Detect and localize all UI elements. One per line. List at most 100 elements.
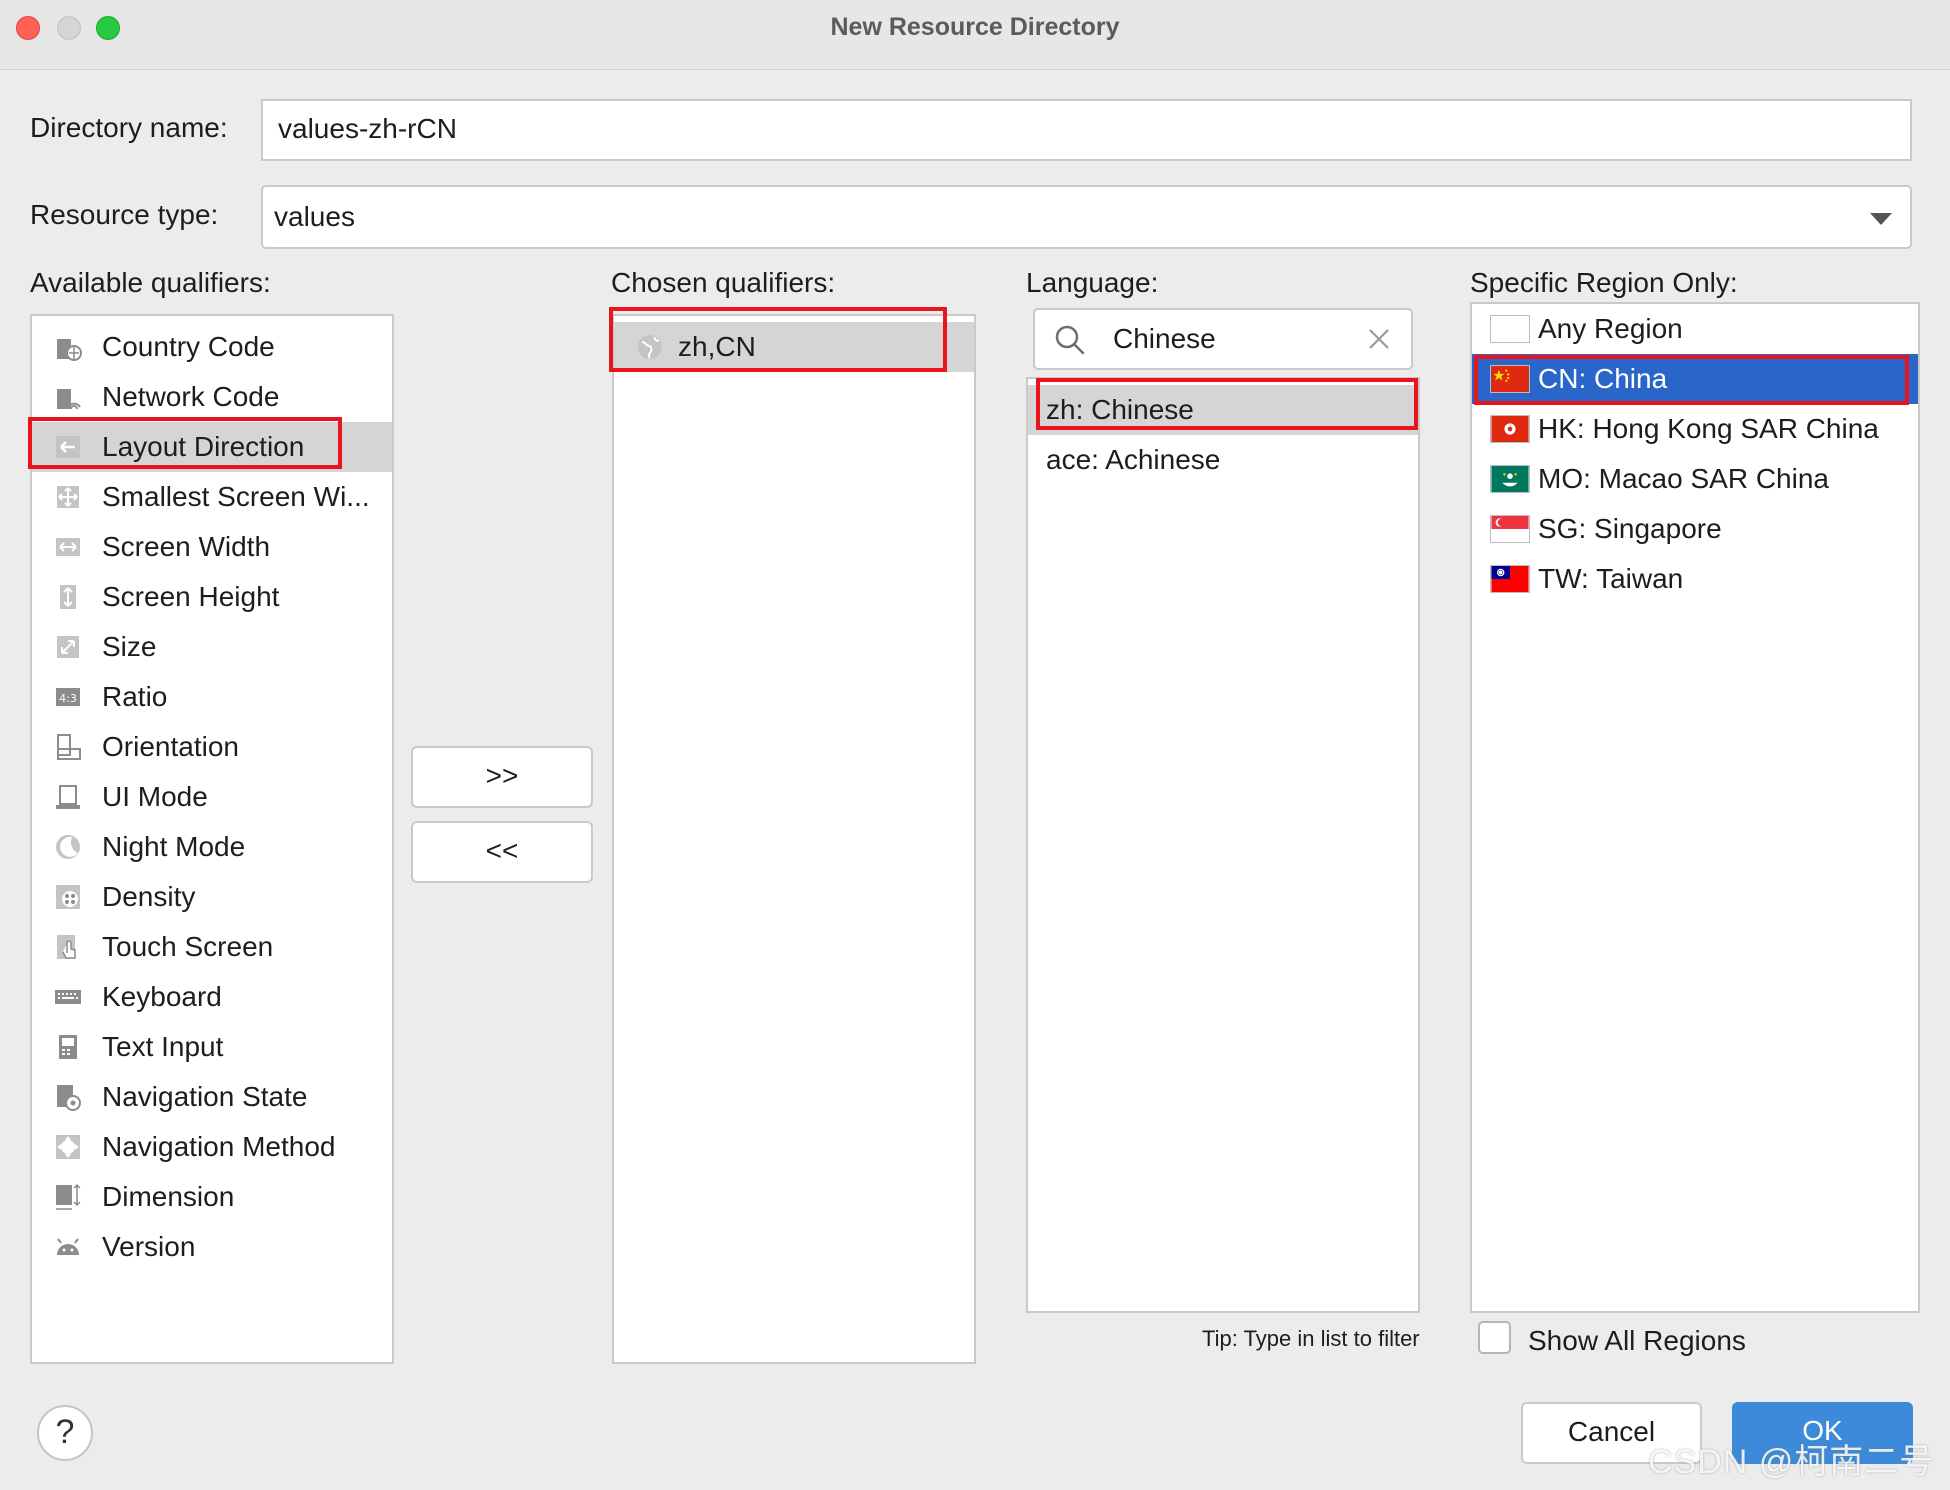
sg-flag-icon <box>1490 515 1530 543</box>
qualifier-item-density[interactable]: Density <box>32 872 392 922</box>
language-item-ace-achinese[interactable]: ace: Achinese <box>1028 435 1418 485</box>
region-item-any-region[interactable]: Any Region <box>1472 304 1918 354</box>
qualifier-item-text-input[interactable]: Text Input <box>32 1022 392 1072</box>
dimension-icon <box>56 1183 81 1210</box>
qualifier-item-label: Ratio <box>102 681 168 712</box>
resource-type-select[interactable]: values <box>261 185 1912 249</box>
orientation-icon <box>57 734 81 760</box>
qualifier-item-ratio[interactable]: 4:3 Ratio <box>32 672 392 722</box>
qualifier-item-label: Orientation <box>102 731 239 762</box>
directory-name-label: Directory name: <box>30 112 228 143</box>
chosen-qualifiers-list[interactable]: zh,CN <box>612 314 976 1364</box>
chosen-qualifiers-label: Chosen qualifiers: <box>611 267 836 298</box>
highlight-layout-direction <box>28 417 342 469</box>
highlight-chosen-zh-cn <box>609 307 947 372</box>
qualifier-item-label: Touch Screen <box>102 931 274 962</box>
qualifier-item-smallest-screen-wi[interactable]: Smallest Screen Wi... <box>32 472 392 522</box>
qualifier-item-label: Smallest Screen Wi... <box>102 481 370 512</box>
android-icon <box>57 1238 79 1255</box>
language-item-label: ace: Achinese <box>1046 444 1221 475</box>
qualifier-item-label: Night Mode <box>102 831 246 862</box>
directory-name-input[interactable]: values-zh-rCN <box>261 99 1912 161</box>
navigation-method-icon <box>56 1135 80 1159</box>
qualifier-item-label: UI Mode <box>102 781 208 812</box>
chevron-down-icon[interactable] <box>1870 213 1892 225</box>
available-qualifiers-label: Available qualifiers: <box>30 267 271 298</box>
window-title: New Resource Directory <box>830 13 1120 41</box>
density-icon <box>56 885 80 909</box>
region-label: Specific Region Only: <box>1470 267 1738 298</box>
qualifier-item-network-code[interactable]: Network Code <box>32 372 392 422</box>
qualifier-item-country-code[interactable]: Country Code <box>32 322 392 372</box>
show-all-regions-label[interactable]: Show All Regions <box>1528 1325 1746 1357</box>
qualifier-item-label: Text Input <box>102 1031 224 1062</box>
qualifier-item-label: Size <box>102 631 157 662</box>
screen-width-icon <box>56 538 80 556</box>
qualifier-item-navigation-method[interactable]: Navigation Method <box>32 1122 392 1172</box>
night-mode-icon <box>56 835 80 859</box>
add-qualifier-button[interactable]: >> <box>411 746 593 808</box>
svg-text:4:3: 4:3 <box>59 692 77 705</box>
resource-type-label: Resource type: <box>30 199 219 230</box>
ratio-icon: 4:3 <box>56 688 80 706</box>
touch-screen-icon <box>57 935 76 959</box>
size-icon <box>57 636 79 658</box>
language-search-box[interactable]: Chinese <box>1033 308 1413 370</box>
region-item-label: HK: Hong Kong SAR China <box>1538 413 1879 444</box>
qualifier-item-navigation-state[interactable]: Navigation State <box>32 1072 392 1122</box>
text-input-icon <box>59 1035 77 1059</box>
screen-height-icon <box>60 585 76 609</box>
highlight-cn-china <box>1474 355 1909 405</box>
search-icon <box>1055 325 1085 355</box>
smallest-screen-width-icon <box>57 486 79 508</box>
qualifier-item-label: Keyboard <box>102 981 222 1012</box>
filter-tip: Tip: Type in list to filter <box>1202 1326 1420 1351</box>
region-item-label: MO: Macao SAR China <box>1538 463 1829 494</box>
keyboard-icon <box>55 990 81 1004</box>
qualifier-item-size[interactable]: Size <box>32 622 392 672</box>
region-item-label: TW: Taiwan <box>1538 563 1684 594</box>
qualifier-item-keyboard[interactable]: Keyboard <box>32 972 392 1022</box>
region-list[interactable]: Any Region CN: China HK: Hong Kong SAR Chi… <box>1470 302 1920 1313</box>
qualifier-item-label: Screen Width <box>102 531 271 562</box>
region-item-sg-singapore[interactable]: SG: Singapore <box>1472 504 1918 554</box>
country-code-icon <box>57 339 82 361</box>
help-button[interactable]: ? <box>37 1405 93 1461</box>
qualifier-item-screen-height[interactable]: Screen Height <box>32 572 392 622</box>
show-all-regions-checkbox[interactable] <box>1478 1321 1511 1354</box>
qualifier-item-dimension[interactable]: Dimension <box>32 1172 392 1222</box>
qualifier-item-orientation[interactable]: Orientation <box>32 722 392 772</box>
qualifier-item-label: Dimension <box>102 1181 235 1212</box>
region-item-label: Any Region <box>1538 313 1683 344</box>
navigation-state-icon <box>57 1085 81 1111</box>
qualifier-item-label: Version <box>102 1231 196 1262</box>
qualifier-item-label: Navigation State <box>102 1081 308 1112</box>
tw-flag-icon <box>1490 565 1530 593</box>
available-qualifiers-list[interactable]: Country Code Network Code Layout Direction… <box>30 314 394 1364</box>
ui-mode-icon <box>56 785 80 809</box>
qualifier-item-night-mode[interactable]: Night Mode <box>32 822 392 872</box>
remove-qualifier-button[interactable]: << <box>411 821 593 883</box>
qualifier-item-label: Country Code <box>102 331 275 362</box>
language-search-input[interactable]: Chinese <box>1113 311 1216 367</box>
highlight-zh-chinese <box>1036 378 1418 430</box>
language-list[interactable]: zh: Chinese ace: Achinese <box>1026 377 1420 1313</box>
region-item-hk-hong-kong-sar-china[interactable]: HK: Hong Kong SAR China <box>1472 404 1918 454</box>
region-item-tw-taiwan[interactable]: TW: Taiwan <box>1472 554 1918 604</box>
title-bar: New Resource Directory <box>0 0 1950 70</box>
qualifier-item-screen-width[interactable]: Screen Width <box>32 522 392 572</box>
clear-search-icon[interactable] <box>1368 328 1390 350</box>
qualifier-item-label: Navigation Method <box>102 1131 336 1162</box>
qualifier-item-label: Density <box>102 881 196 912</box>
region-item-mo-macao-sar-china[interactable]: MO: Macao SAR China <box>1472 454 1918 504</box>
language-label: Language: <box>1026 267 1159 298</box>
resource-type-value: values <box>274 201 355 232</box>
qualifier-item-version[interactable]: Version <box>32 1222 392 1272</box>
qualifier-item-label: Screen Height <box>102 581 280 612</box>
qualifier-item-ui-mode[interactable]: UI Mode <box>32 772 392 822</box>
network-code-icon <box>57 389 81 410</box>
qualifier-item-touch-screen[interactable]: Touch Screen <box>32 922 392 972</box>
qualifier-item-label: Network Code <box>102 381 280 412</box>
watermark: CSDN @柯南二号 <box>1648 1443 1935 1481</box>
region-item-label: SG: Singapore <box>1538 513 1722 544</box>
